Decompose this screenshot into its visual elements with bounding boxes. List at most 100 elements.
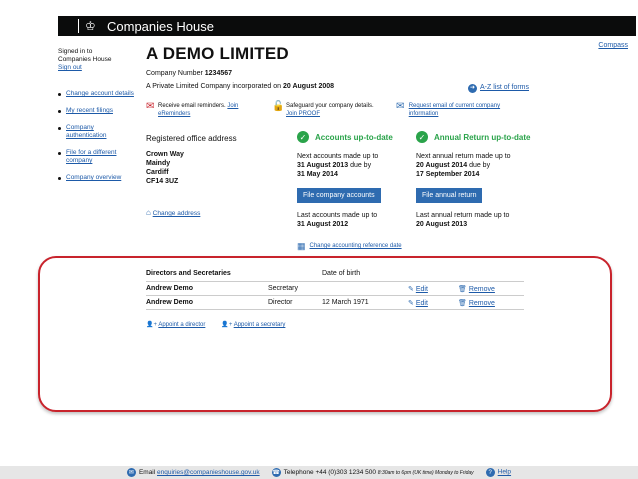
footer-help[interactable]: ? Help bbox=[485, 468, 511, 477]
appoint-director-link[interactable]: Appoint a director bbox=[158, 322, 205, 328]
officers-table: Directors and Secretaries Date of birth … bbox=[146, 266, 524, 310]
home-icon: ⌂ bbox=[146, 208, 151, 217]
company-number-label: Company Number bbox=[146, 70, 203, 77]
footer-phone: ☎ Telephone +44 (0)303 1234 500 8:30am to… bbox=[271, 468, 474, 477]
calendar-icon: ▦ bbox=[297, 241, 306, 251]
proof-text: Safeguard your company details. bbox=[286, 103, 374, 109]
sidebar-item-overview: Company overview bbox=[58, 174, 136, 182]
accounts-next-date: 31 August 2013 bbox=[297, 162, 349, 169]
appoint-secretary[interactable]: 👤+ Appoint a secretary bbox=[221, 321, 285, 330]
company-type: A Private Limited Company incorporated o… bbox=[146, 83, 282, 90]
change-address[interactable]: ⌂ Change address bbox=[146, 208, 200, 218]
accounts-next-label: Next accounts made up to bbox=[297, 153, 379, 160]
compass-link[interactable]: Compass bbox=[598, 42, 628, 49]
pencil-icon: ✎ bbox=[408, 285, 414, 293]
edit-action[interactable]: ✎ Edit bbox=[408, 299, 458, 307]
email-icon: ✉ bbox=[126, 468, 136, 477]
appoint-secretary-link[interactable]: Appoint a secretary bbox=[234, 322, 286, 328]
annual-last: Last annual return made up to 20 August … bbox=[416, 211, 509, 229]
table-header: Directors and Secretaries Date of birth bbox=[146, 266, 524, 282]
crown-crest-icon: ♔ bbox=[85, 19, 96, 33]
signed-in-line2: Companies House bbox=[58, 56, 112, 63]
company-header: A DEMO LIMITED Company Number 1234567 bbox=[146, 44, 536, 77]
different-company-link[interactable]: File for a different company bbox=[66, 149, 116, 164]
appoint-actions: 👤+ Appoint a director 👤+ Appoint a secre… bbox=[146, 321, 285, 330]
company-number-line: Company Number 1234567 bbox=[146, 70, 536, 77]
add-person-icon: 👤+ bbox=[146, 322, 157, 328]
officer-dob: 12 March 1971 bbox=[322, 299, 369, 306]
overview-link[interactable]: Company overview bbox=[66, 174, 121, 181]
annual-last-date: 20 August 2013 bbox=[416, 221, 468, 228]
remove-link[interactable]: Remove bbox=[469, 286, 495, 293]
proof-notice: 🔓 Safeguard your company details. Join P… bbox=[272, 102, 382, 118]
accounts-status-text: Accounts up-to-date bbox=[315, 132, 393, 142]
change-reference-link[interactable]: Change accounting reference date bbox=[310, 242, 402, 251]
sidebar-item-recent-filings: My recent filings bbox=[58, 107, 136, 115]
email-request-link[interactable]: Request email of current company informa… bbox=[409, 103, 500, 117]
address-line1: Crown Way bbox=[146, 151, 184, 158]
footer-email: ✉ Email enquiries@companieshouse.gov.uk bbox=[126, 468, 260, 477]
edit-link[interactable]: Edit bbox=[416, 300, 428, 307]
sidebar-item-authentication: Company authentication bbox=[58, 124, 136, 140]
ereminders-notice: ✉ Receive email reminders. Join eReminde… bbox=[146, 102, 256, 118]
change-reference-date[interactable]: ▦ Change accounting reference date bbox=[297, 242, 402, 251]
authentication-link[interactable]: Company authentication bbox=[66, 124, 106, 139]
file-accounts-button[interactable]: File company accounts bbox=[297, 188, 381, 203]
col-dob-header: Date of birth bbox=[322, 270, 361, 277]
accounts-last-date: 31 August 2012 bbox=[297, 221, 349, 228]
ereminders-text: Receive email reminders. bbox=[158, 103, 226, 109]
officer-name: Andrew Demo bbox=[146, 299, 194, 306]
change-account-link[interactable]: Change account details bbox=[66, 90, 134, 97]
add-person-icon: 👤+ bbox=[221, 322, 233, 328]
remove-action[interactable]: 🗑 Remove bbox=[458, 299, 524, 307]
address-line3: Cardiff bbox=[146, 169, 169, 176]
sidebar-menu: Change account details My recent filings… bbox=[58, 90, 136, 182]
annual-due-date: 17 September 2014 bbox=[416, 171, 480, 178]
email-request-notice: ✉ Request email of current company infor… bbox=[396, 102, 506, 118]
pencil-icon: ✎ bbox=[408, 299, 414, 307]
sidebar-item-different-company: File for a different company bbox=[58, 149, 136, 165]
join-proof-link[interactable]: Join PROOF bbox=[286, 111, 320, 117]
help-link[interactable]: Help bbox=[498, 469, 511, 476]
phone-number: +44 (0)303 1234 500 bbox=[315, 469, 376, 476]
edit-action[interactable]: ✎ Edit bbox=[408, 285, 458, 293]
company-number: 1234567 bbox=[204, 70, 233, 77]
office-hours: 8:30am to 6pm (UK time) Monday to Friday bbox=[377, 470, 474, 476]
brand-name[interactable]: Companies House bbox=[107, 19, 214, 34]
edit-link[interactable]: Edit bbox=[416, 286, 428, 293]
change-address-link[interactable]: Change address bbox=[153, 210, 201, 217]
trash-icon: 🗑 bbox=[458, 285, 467, 293]
address-line4: CF14 3UZ bbox=[146, 178, 179, 185]
accounts-due-by: due by bbox=[350, 162, 372, 169]
annual-due-by: due by bbox=[469, 162, 491, 169]
annual-status-text: Annual Return up-to-date bbox=[434, 132, 531, 142]
officer-role: Secretary bbox=[268, 285, 298, 292]
accounts-due-date: 31 May 2014 bbox=[297, 171, 338, 178]
header-bar: ♔ Companies House bbox=[58, 16, 636, 36]
address-line2: Maindy bbox=[146, 160, 171, 167]
padlock-icon: 🔓 bbox=[272, 101, 285, 112]
accounts-status: ✓ Accounts up-to-date bbox=[297, 131, 393, 143]
sign-out-link[interactable]: Sign out bbox=[58, 64, 82, 71]
az-forms-link[interactable]: A-Z list of forms bbox=[480, 84, 529, 91]
recent-filings-link[interactable]: My recent filings bbox=[66, 107, 113, 114]
col-name-header: Directors and Secretaries bbox=[146, 270, 231, 277]
sidebar: Signed in to Companies House Sign out Ch… bbox=[58, 48, 136, 191]
signed-in-line1: Signed in to bbox=[58, 48, 93, 55]
email-link[interactable]: enquiries@companieshouse.gov.uk bbox=[157, 469, 260, 476]
remove-link[interactable]: Remove bbox=[469, 300, 495, 307]
check-icon: ✓ bbox=[297, 131, 309, 143]
accounts-last-label: Last accounts made up to bbox=[297, 212, 378, 219]
remove-action[interactable]: 🗑 Remove bbox=[458, 285, 524, 293]
appoint-director[interactable]: 👤+ Appoint a director bbox=[146, 321, 205, 330]
annual-next-date: 20 August 2014 bbox=[416, 162, 468, 169]
file-annual-return-button[interactable]: File annual return bbox=[416, 188, 483, 203]
office-heading: Registered office address bbox=[146, 134, 237, 143]
footer: ✉ Email enquiries@companieshouse.gov.uk ☎… bbox=[0, 466, 638, 479]
table-row: Andrew Demo Secretary ✎ Edit 🗑 Remove bbox=[146, 282, 524, 296]
annual-next-label: Next annual return made up to bbox=[416, 153, 511, 160]
email-label: Email bbox=[138, 469, 156, 476]
az-forms[interactable]: ➜ A-Z list of forms bbox=[468, 83, 529, 93]
accounts-next: Next accounts made up to 31 August 2013 … bbox=[297, 152, 378, 179]
office-address: Crown Way Maindy Cardiff CF14 3UZ bbox=[146, 150, 184, 186]
